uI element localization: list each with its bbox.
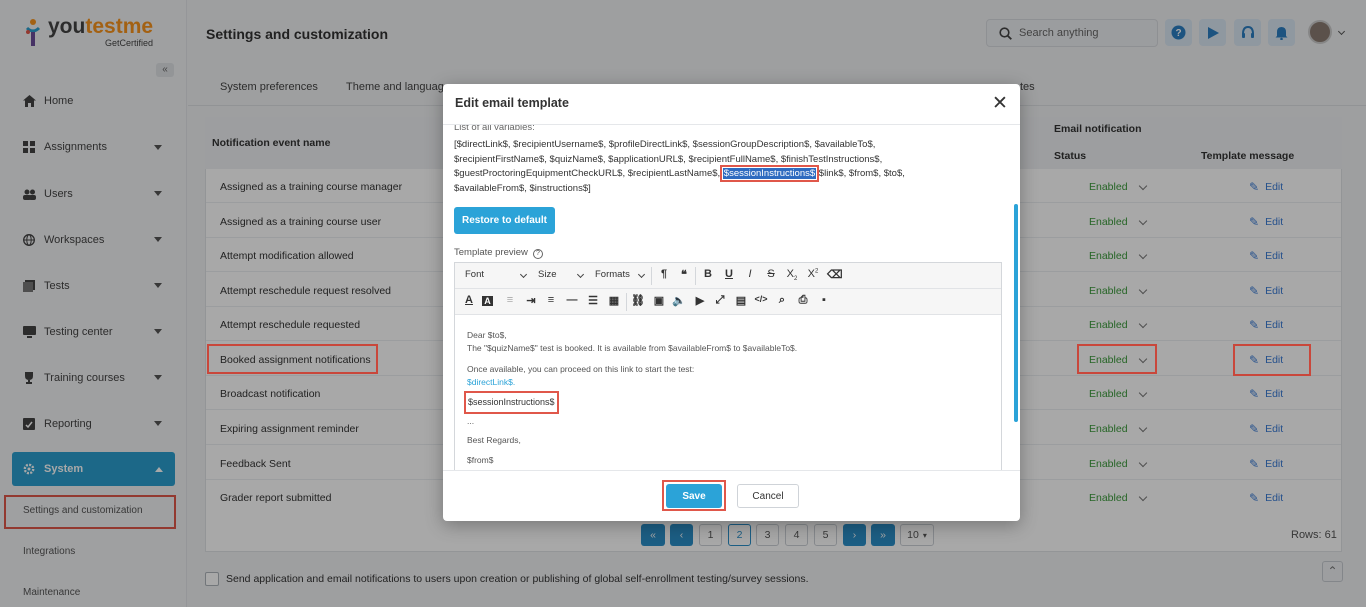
underline-icon[interactable]: U [722,268,736,280]
toolbar-divider [626,293,627,311]
video-icon[interactable]: ▶ [693,294,707,307]
template-icon[interactable]: ▤ [734,294,748,307]
paragraph-icon[interactable]: ¶ [657,268,671,280]
size-dropdown-label: Size [538,269,557,280]
variables-line-part: $guestProctoringEquipmentCheckURL$, $rec… [454,168,723,180]
toolbar-divider [651,267,652,285]
rich-text-editor[interactable]: Font Size Formats ¶ ❝ B U I S X2 X2 ⌫ A … [454,262,1002,470]
strikethrough-icon[interactable]: S [764,268,778,280]
editor-content[interactable]: Dear $to$, The "$quizName$" test is book… [464,329,798,466]
italic-icon[interactable]: I [743,268,757,280]
variables-line: $recipientFirstName$, $quizName$, $appli… [454,153,883,165]
editor-toolbar-row-1: Font Size Formats ¶ ❝ B U I S X2 X2 ⌫ [455,263,1001,289]
toolbar-divider [695,267,696,285]
cancel-button[interactable]: Cancel [737,484,799,508]
edit-email-template-dialog: Edit email template ✕ List of all variab… [443,84,1020,521]
dialog-scrollbar[interactable] [1014,204,1018,422]
template-preview-text: Template preview [454,247,528,258]
dialog-title: Edit email template [455,96,569,110]
content-line: $from$ [467,454,494,465]
font-dropdown-label: Font [465,269,485,280]
highlight-status [1077,344,1157,374]
variables-line: $guestProctoringEquipmentCheckURL$, $rec… [454,165,954,183]
dialog-body: List of all variables: [$directLink$, $r… [443,124,1020,471]
align-left-icon[interactable]: ≡ [503,294,517,306]
formats-dropdown[interactable]: Formats [595,269,647,280]
eraser-icon[interactable]: ⌫ [827,268,843,281]
session-instructions-variable: $sessionInstructions$ [464,391,559,414]
highlighted-variable: $sessionInstructions$ [719,165,820,183]
bold-icon[interactable]: B [701,268,715,280]
save-icon[interactable]: ▪ [817,294,831,306]
editor-toolbar-row-2: A A ≡ ⇥ ≡ — ☰ ▦ ⛓ ▣ 🔈 ▶ ⤢ ▤ </> ⌕ ⎙ ▪ [455,289,1001,315]
variables-line: [$directLink$, $recipientUsername$, $pro… [454,139,876,150]
variables-list: [$directLink$, $recipientUsername$, $pro… [454,138,954,197]
indent-icon[interactable]: ⇥ [524,294,538,307]
help-icon[interactable]: ? [532,249,543,259]
align-icon[interactable]: ≡ [544,294,558,306]
chevron-down-icon [637,270,646,279]
horizontal-rule-icon[interactable]: — [565,294,579,306]
superscript-icon[interactable]: X2 [806,268,820,280]
close-icon[interactable]: ✕ [992,94,1008,113]
content-line: Once available, you can proceed on this … [467,364,695,374]
variables-line-part: $link$, $from$, $to$, [816,168,905,180]
variables-line: $availableFrom$, $instructions$] [454,183,591,195]
content-line: Dear $to$, [467,330,507,340]
fullscreen-icon[interactable]: ⤢ [713,294,727,307]
content-link[interactable]: $directLink$. [467,376,797,389]
formats-dropdown-label: Formats [595,269,630,280]
code-icon[interactable]: </> [754,294,768,304]
font-dropdown[interactable]: Font [465,269,531,280]
content-line: ... [467,415,475,426]
table-icon[interactable]: ▦ [607,294,621,307]
chevron-down-icon [519,270,528,279]
highlight-edit [1233,344,1311,376]
template-preview-label: Template preview? [454,247,543,259]
variables-label: List of all variables: [454,124,535,133]
audio-icon[interactable]: 🔈 [672,294,686,307]
save-button[interactable]: Save [666,484,722,508]
print-icon[interactable]: ⎙ [796,294,810,307]
highlight-booked-row [207,344,378,374]
subscript-icon[interactable]: X2 [785,268,799,282]
restore-default-button[interactable]: Restore to default [454,207,555,234]
content-line: Best Regards, [467,435,521,445]
size-dropdown[interactable]: Size [538,269,586,280]
background-color-icon[interactable]: A [482,296,493,306]
chevron-down-icon [576,270,585,279]
link-icon[interactable]: ⛓ [631,294,645,307]
blockquote-icon[interactable]: ❝ [677,268,691,281]
ordered-list-icon[interactable]: ☰ [586,294,600,307]
content-line: The "$quizName$" test is booked. It is a… [467,342,798,353]
text-color-icon[interactable]: A [462,294,476,306]
image-icon[interactable]: ▣ [652,294,666,307]
preview-icon[interactable]: ⌕ [775,294,789,307]
